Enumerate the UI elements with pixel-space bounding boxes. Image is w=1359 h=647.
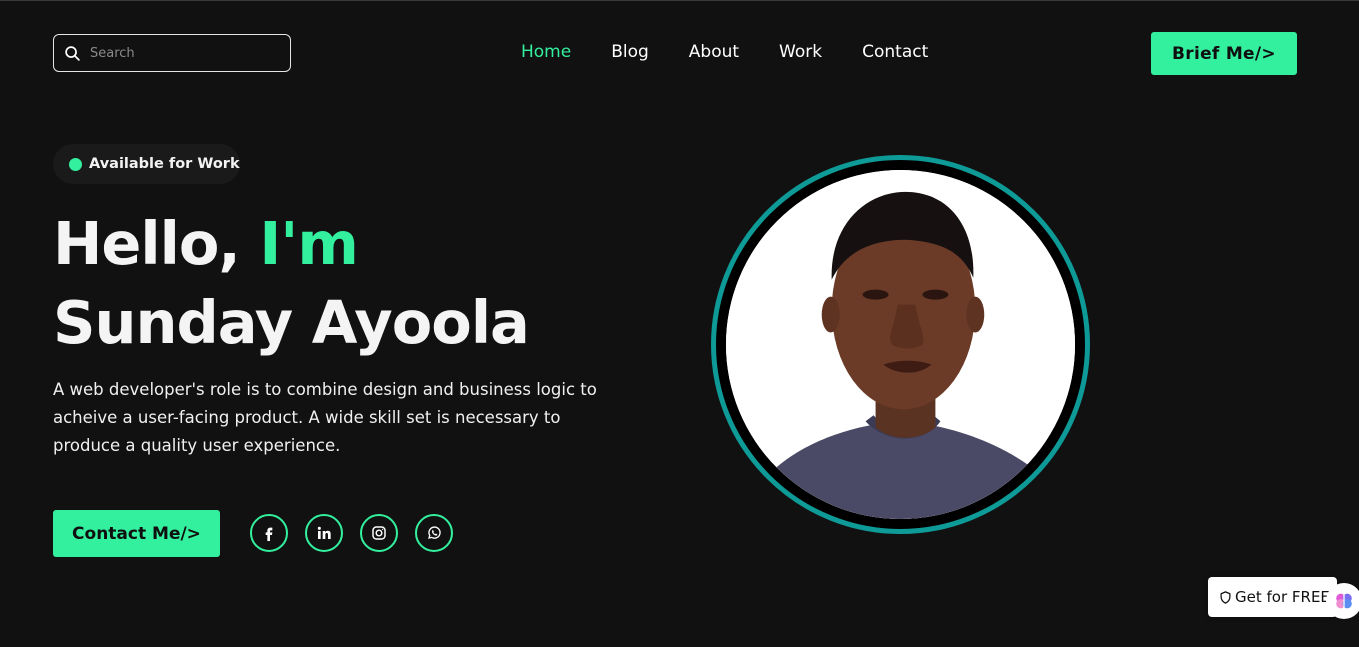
get-for-free-label: Get for FREE [1235,588,1330,606]
facebook-link[interactable] [250,514,288,552]
nav-contact[interactable]: Contact [862,42,928,62]
whatsapp-link[interactable] [415,514,453,552]
hero-headline: Hello, I'm Sunday Ayoola [53,204,530,362]
hero-description: A web developer's role is to combine des… [53,380,597,455]
search-icon [65,45,80,61]
page: Home Blog About Work Contact Brief Me/> … [0,0,1359,647]
linkedin-icon [317,526,331,539]
whatsapp-icon [428,526,441,539]
shield-icon [1220,590,1231,604]
main-nav: Home Blog About Work Contact [521,42,928,62]
nav-about[interactable]: About [689,42,739,62]
availability-badge: Available for Work [53,144,240,184]
profile-photo [726,170,1075,519]
headline-name: Sunday Ayoola [53,288,530,357]
nav-work[interactable]: Work [779,42,822,62]
social-links [250,514,453,552]
headline-accent: I'm [259,209,358,278]
status-dot [69,157,82,171]
contact-me-button[interactable]: Contact Me/> [53,510,220,557]
brain-icon [1336,593,1352,609]
facebook-icon [265,527,273,541]
ai-assistant-button[interactable] [1326,583,1359,619]
get-for-free-widget[interactable]: Get for FREE [1208,577,1337,617]
nav-home[interactable]: Home [521,42,571,62]
profile-photo-ring [711,155,1090,534]
instagram-icon [372,526,386,540]
search-input[interactable] [90,45,280,61]
portrait-illustration [726,170,1075,519]
search-box[interactable] [53,34,291,72]
availability-label: Available for Work [89,156,240,172]
brief-me-button[interactable]: Brief Me/> [1151,32,1297,75]
nav-blog[interactable]: Blog [611,42,649,62]
linkedin-link[interactable] [305,514,343,552]
instagram-link[interactable] [360,514,398,552]
headline-greeting: Hello, [53,209,260,278]
